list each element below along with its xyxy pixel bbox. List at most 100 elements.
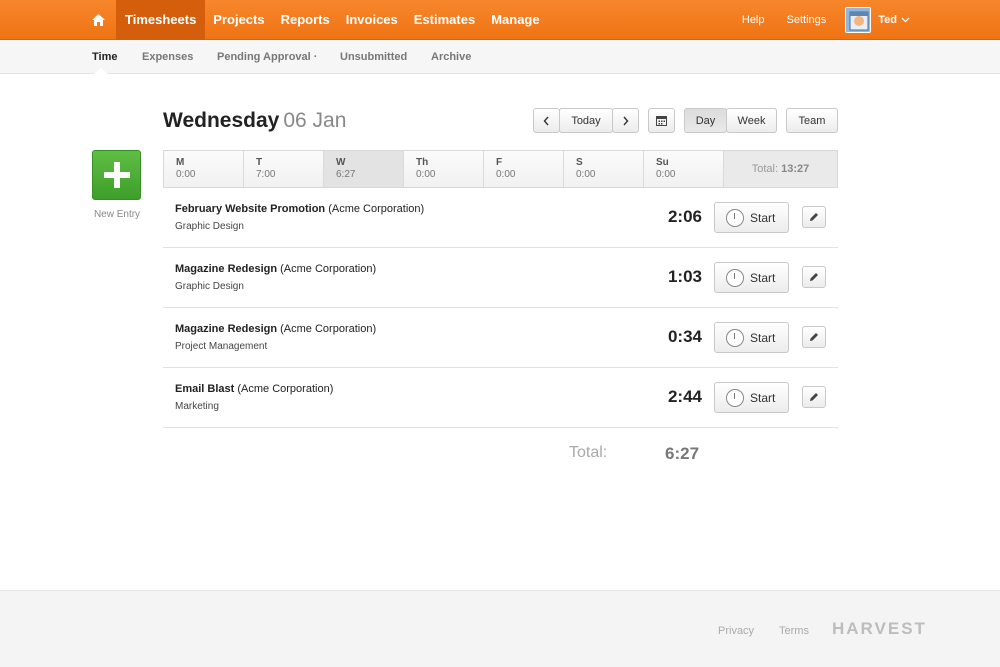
avatar-image <box>846 8 871 32</box>
start-timer-button[interactable]: Start <box>714 262 789 293</box>
entry-task: Project Management <box>175 341 268 352</box>
plus-icon <box>103 162 130 188</box>
entry-hours: 2:06 <box>667 207 702 226</box>
team-button[interactable]: Team <box>786 108 838 133</box>
nav-projects[interactable]: Projects <box>205 0 272 40</box>
clock-icon <box>726 208 744 227</box>
day-hours: 0:00 <box>576 169 596 180</box>
day-label: T <box>256 157 263 168</box>
start-timer-button[interactable]: Start <box>714 322 789 353</box>
day-view-button[interactable]: Day <box>684 108 727 133</box>
day-total-label: Total: <box>569 444 608 461</box>
day-hours: 0:00 <box>496 169 516 180</box>
user-menu[interactable]: Ted <box>878 14 910 26</box>
terms-link[interactable]: Terms <box>779 625 809 637</box>
nav-invoices[interactable]: Invoices <box>338 0 406 40</box>
edit-entry-button[interactable] <box>802 266 826 288</box>
entry-project: February Website Promotion (Acme Corpora… <box>175 203 424 215</box>
nav-reports[interactable]: Reports <box>273 0 338 40</box>
project-name: Magazine Redesign <box>175 263 278 275</box>
week-day-wednesday[interactable]: W 6:27 <box>324 151 404 187</box>
day-of-week: Wednesday <box>163 109 280 132</box>
day-label: W <box>336 157 346 168</box>
project-name: Email Blast <box>175 383 235 395</box>
subnav-pending-approval[interactable]: Pending Approval · <box>217 51 317 63</box>
today-button[interactable]: Today <box>559 108 613 133</box>
edit-entry-button[interactable] <box>802 206 826 228</box>
week-view-button[interactable]: Week <box>726 108 777 133</box>
day-total-value: 6:27 <box>665 444 700 463</box>
week-day-sunday[interactable]: Su 0:00 <box>644 151 724 187</box>
sub-nav: Time Expenses Pending Approval · Unsubmi… <box>0 40 1000 74</box>
avatar[interactable] <box>845 7 872 33</box>
week-day-tuesday[interactable]: T 7:00 <box>244 151 324 187</box>
entry-project: Magazine Redesign (Acme Corporation) <box>175 323 376 335</box>
day-label: S <box>576 157 583 168</box>
clock-icon <box>726 388 744 407</box>
pencil-icon <box>810 393 818 401</box>
day-label: F <box>496 157 503 168</box>
start-timer-button[interactable]: Start <box>714 382 789 413</box>
nav-manage[interactable]: Manage <box>483 0 547 40</box>
prev-day-button[interactable] <box>533 108 560 133</box>
top-nav: Timesheets Projects Reports Invoices Est… <box>0 0 1000 40</box>
subnav-archive[interactable]: Archive <box>431 51 471 63</box>
chevron-right-icon <box>623 116 629 125</box>
week-bar: M 0:00 T 7:00 W 6:27 Th 0:00 F 0:00 S 0:00 Su 0… <box>163 150 838 188</box>
time-entry: Email Blast (Acme Corporation) Marketing… <box>163 368 838 428</box>
week-day-saturday[interactable]: S 0:00 <box>564 151 644 187</box>
client-name: (Acme Corporation) <box>280 323 377 335</box>
footer: Privacy Terms HARVEST <box>0 590 1000 667</box>
entry-hours: 0:34 <box>667 327 702 346</box>
edit-entry-button[interactable] <box>802 386 826 408</box>
client-name: (Acme Corporation) <box>237 383 334 395</box>
entry-project: Email Blast (Acme Corporation) <box>175 383 333 395</box>
user-name: Ted <box>878 14 897 26</box>
start-label: Start <box>750 390 776 405</box>
entry-hours: 1:03 <box>667 267 702 286</box>
week-total-value: 13:27 <box>781 163 810 175</box>
subnav-unsubmitted[interactable]: Unsubmitted <box>340 51 407 63</box>
new-entry-label: New Entry <box>93 209 141 220</box>
privacy-link[interactable]: Privacy <box>718 625 754 637</box>
entry-project: Magazine Redesign (Acme Corporation) <box>175 263 376 275</box>
entry-task: Graphic Design <box>175 281 244 292</box>
next-day-button[interactable] <box>612 108 639 133</box>
day-label: M <box>176 157 185 168</box>
entry-task: Graphic Design <box>175 221 244 232</box>
home-icon <box>91 14 105 26</box>
new-entry-button[interactable] <box>92 150 141 200</box>
week-total: Total: 13:27 <box>724 151 837 187</box>
subnav-expenses[interactable]: Expenses <box>142 51 193 63</box>
start-timer-button[interactable]: Start <box>714 202 789 233</box>
day-label: Th <box>416 157 429 168</box>
pencil-icon <box>810 333 818 341</box>
subnav-time[interactable]: Time <box>92 51 117 63</box>
client-name: (Acme Corporation) <box>280 263 377 275</box>
time-entry: Magazine Redesign (Acme Corporation) Pro… <box>163 308 838 368</box>
week-day-friday[interactable]: F 0:00 <box>484 151 564 187</box>
week-day-monday[interactable]: M 0:00 <box>164 151 244 187</box>
entry-hours: 2:44 <box>667 387 702 406</box>
active-subnav-indicator <box>94 68 108 74</box>
pencil-icon <box>810 213 818 221</box>
edit-entry-button[interactable] <box>802 326 826 348</box>
calendar-button[interactable] <box>648 108 675 133</box>
settings-link[interactable]: Settings <box>787 14 827 26</box>
week-day-thursday[interactable]: Th 0:00 <box>404 151 484 187</box>
main-nav: Timesheets Projects Reports Invoices Est… <box>80 0 548 40</box>
home-button[interactable] <box>80 0 116 40</box>
time-entry: February Website Promotion (Acme Corpora… <box>163 188 838 248</box>
start-label: Start <box>750 270 776 285</box>
day-hours: 7:00 <box>256 169 276 180</box>
project-name: Magazine Redesign <box>175 323 278 335</box>
clock-icon <box>726 328 744 347</box>
chevron-down-icon <box>901 17 910 23</box>
account-nav: Help Settings Ted <box>720 0 910 40</box>
help-link[interactable]: Help <box>742 14 765 26</box>
pencil-icon <box>810 273 818 281</box>
harvest-logo: HARVEST <box>832 619 927 638</box>
nav-estimates[interactable]: Estimates <box>406 0 483 40</box>
day-label: Su <box>656 157 669 168</box>
nav-timesheets[interactable]: Timesheets <box>116 0 206 40</box>
